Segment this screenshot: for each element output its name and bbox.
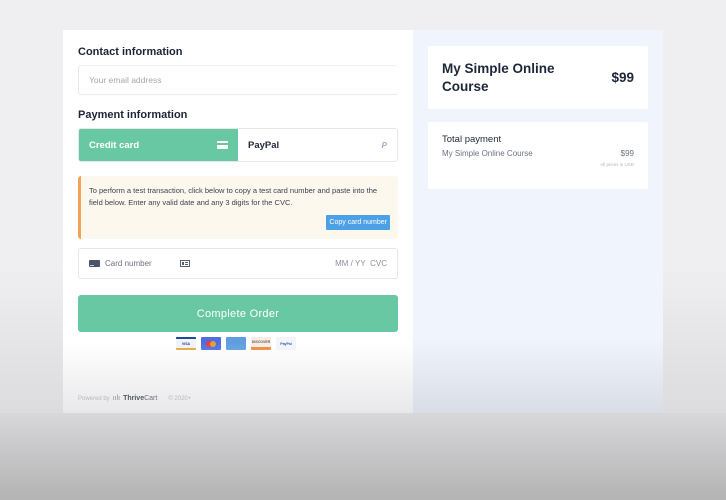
cvc-input[interactable]: CVC xyxy=(370,259,387,268)
card-details-field[interactable]: Card number MM / YY CVC xyxy=(78,248,398,279)
product-price: $99 xyxy=(611,70,634,85)
copyright-text: © 2020+ xyxy=(168,395,192,402)
order-summary-panel: My Simple Online Course $99 Total paymen… xyxy=(413,30,663,413)
checkout-form-panel: Contact information Payment information … xyxy=(63,30,413,413)
discover-logo-icon: DISCOVER xyxy=(251,337,271,350)
total-payment-card: Total payment My Simple Online Course $9… xyxy=(428,122,648,189)
autofill-card-icon[interactable] xyxy=(179,260,190,267)
tab-paypal[interactable]: PayPal P xyxy=(238,129,397,161)
checkout-page: Contact information Payment information … xyxy=(63,30,663,413)
notice-text: To perform a test transaction, click bel… xyxy=(89,186,378,207)
tab-credit-card-label: Credit card xyxy=(89,139,140,151)
tab-credit-card[interactable]: Credit card xyxy=(79,129,238,161)
brand-bold: Thrive xyxy=(123,395,145,402)
payment-section-title: Payment information xyxy=(78,109,188,121)
page-background-left xyxy=(0,0,63,413)
page-background-right xyxy=(663,0,726,413)
brand-light: Cart xyxy=(144,395,158,402)
amex-logo-icon xyxy=(226,337,246,350)
line-item: My Simple Online Course $99 xyxy=(442,149,634,158)
thrivecart-brand[interactable]: ThriveCart xyxy=(123,395,157,402)
credit-card-icon xyxy=(217,141,228,149)
mastercard-logo-icon xyxy=(201,337,221,350)
payment-method-tabs: Credit card PayPal P xyxy=(78,128,398,162)
email-input[interactable] xyxy=(78,65,398,95)
contact-section-title: Contact information xyxy=(78,46,183,58)
powered-by-text: Powered by xyxy=(78,395,110,402)
page-bottom-shade xyxy=(0,413,726,500)
line-item-name: My Simple Online Course xyxy=(442,149,533,158)
tab-paypal-label: PayPal xyxy=(248,139,280,151)
line-item-price: $99 xyxy=(620,149,634,158)
product-name: My Simple Online Course xyxy=(442,60,555,94)
accepted-cards: VISA DISCOVER PayPal xyxy=(176,337,296,350)
paypal-logo-icon: PayPal xyxy=(276,337,296,350)
total-payment-title: Total payment xyxy=(442,134,502,145)
copy-card-number-button[interactable]: Copy card number xyxy=(326,215,390,230)
footer: Powered by ıılı ThriveCart © 2020+ xyxy=(78,395,191,402)
currency-note: All prices in USD xyxy=(600,162,634,167)
card-number-input[interactable]: Card number xyxy=(105,259,152,268)
thrivecart-logo-icon: ıılı xyxy=(112,395,121,402)
product-card: My Simple Online Course $99 xyxy=(428,46,648,109)
complete-order-button[interactable]: Complete Order xyxy=(78,295,398,332)
form-bottom-fade xyxy=(63,343,413,413)
test-transaction-notice: To perform a test transaction, click bel… xyxy=(78,176,398,239)
visa-logo-icon: VISA xyxy=(176,337,196,350)
card-icon xyxy=(89,260,100,267)
expiry-input[interactable]: MM / YY xyxy=(335,259,366,268)
expiry-cvc-group: MM / YY CVC xyxy=(335,259,387,268)
paypal-icon: P xyxy=(381,140,387,150)
summary-bottom-fade xyxy=(413,338,663,413)
